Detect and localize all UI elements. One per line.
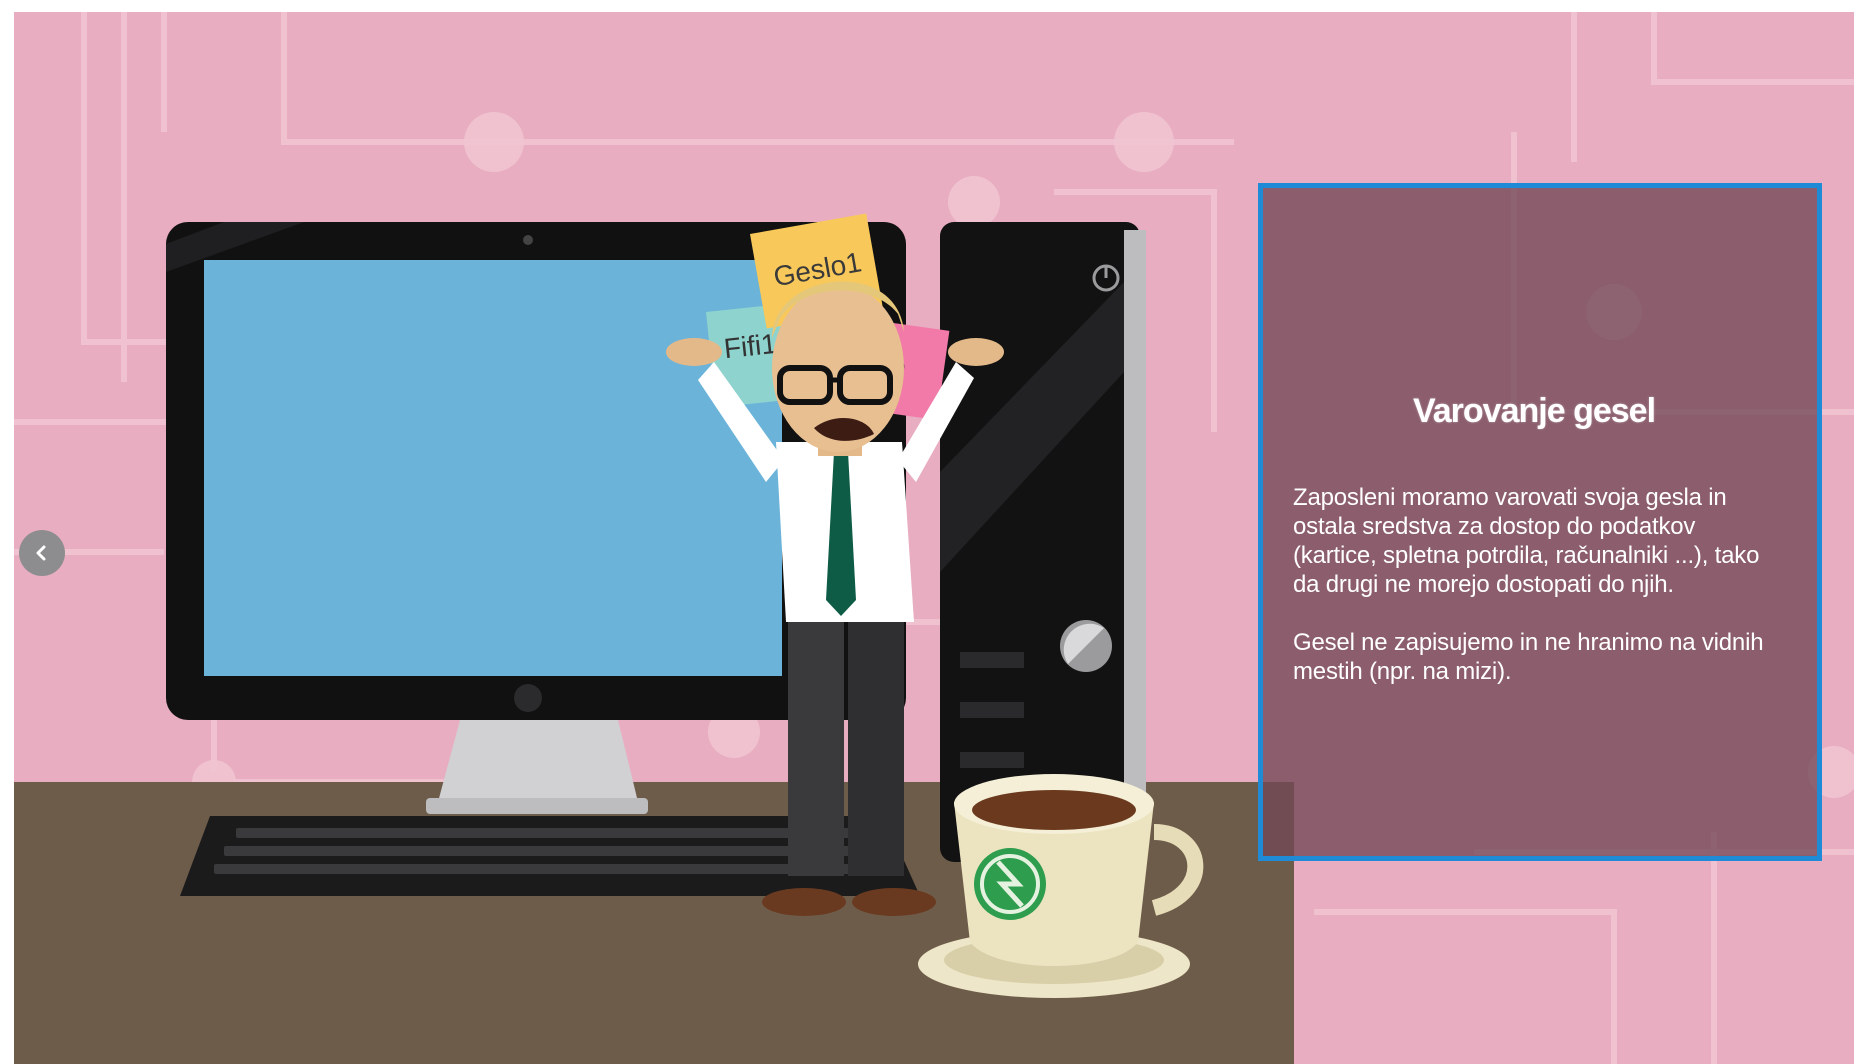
info-panel: Varovanje gesel Zaposleni moramo varovat… xyxy=(1258,183,1822,861)
pc-tower xyxy=(940,222,1146,862)
chevron-left-icon xyxy=(36,545,46,561)
panel-paragraph: Gesel ne zapisujemo in ne hranimo na vid… xyxy=(1293,629,1764,685)
sticky-note-text-2: Fifi1 xyxy=(722,328,778,364)
slide-stage: Fifi1 % Geslo1 xyxy=(14,12,1854,1064)
panel-paragraph: Zaposleni moramo varovati svoja gesla in… xyxy=(1293,484,1760,598)
panel-title: Varovanje gesel xyxy=(1412,392,1656,430)
previous-slide-button[interactable] xyxy=(19,530,65,576)
